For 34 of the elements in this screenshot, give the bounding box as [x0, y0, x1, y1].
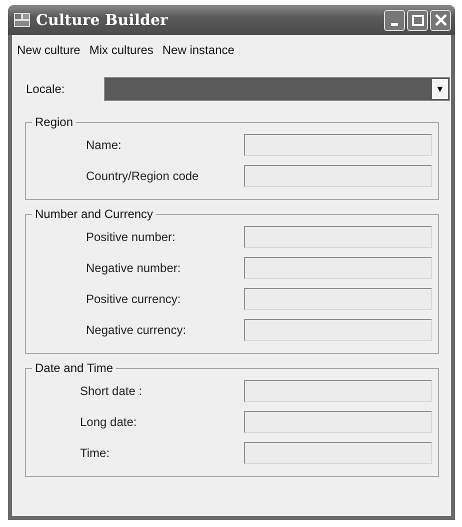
window-title: Culture Builder	[36, 11, 169, 29]
maximize-icon	[412, 14, 424, 26]
field-label: Negative currency:	[85, 322, 188, 336]
menu-item[interactable]: New culture	[14, 41, 86, 63]
field-label: Name:	[85, 138, 122, 152]
input-field[interactable]	[244, 226, 432, 248]
minimize-icon	[391, 22, 398, 26]
close-icon	[434, 14, 446, 26]
window-icon	[14, 13, 30, 27]
field-label: Positive currency:	[85, 292, 182, 306]
locale-dropdown[interactable]: ▼	[104, 77, 450, 101]
input-field[interactable]	[244, 288, 432, 310]
field-label: Short date :	[79, 384, 144, 398]
input-field[interactable]	[244, 164, 432, 186]
input-field[interactable]	[244, 256, 432, 278]
group-title: Region	[34, 115, 74, 129]
input-field[interactable]	[244, 134, 432, 156]
field-label: Long date:	[79, 414, 138, 428]
minimize-button[interactable]	[384, 10, 405, 30]
field-label: Time:	[79, 446, 111, 460]
menu-item[interactable]: New instance	[159, 41, 240, 63]
close-button[interactable]	[430, 10, 451, 30]
input-field[interactable]	[244, 410, 432, 432]
field-label: Country/Region code	[85, 168, 200, 182]
maximize-button[interactable]	[407, 10, 428, 30]
locale-label: Locale:	[26, 82, 66, 96]
menu-item[interactable]: Mix cultures	[86, 41, 160, 63]
input-field[interactable]	[244, 380, 432, 402]
group-title: Number and Currency	[34, 207, 154, 221]
group-title: Date and Time	[34, 361, 114, 375]
field-label: Negative number:	[85, 260, 182, 274]
input-field[interactable]	[244, 318, 432, 340]
input-field[interactable]	[244, 442, 432, 464]
field-label: Positive number:	[85, 230, 176, 244]
